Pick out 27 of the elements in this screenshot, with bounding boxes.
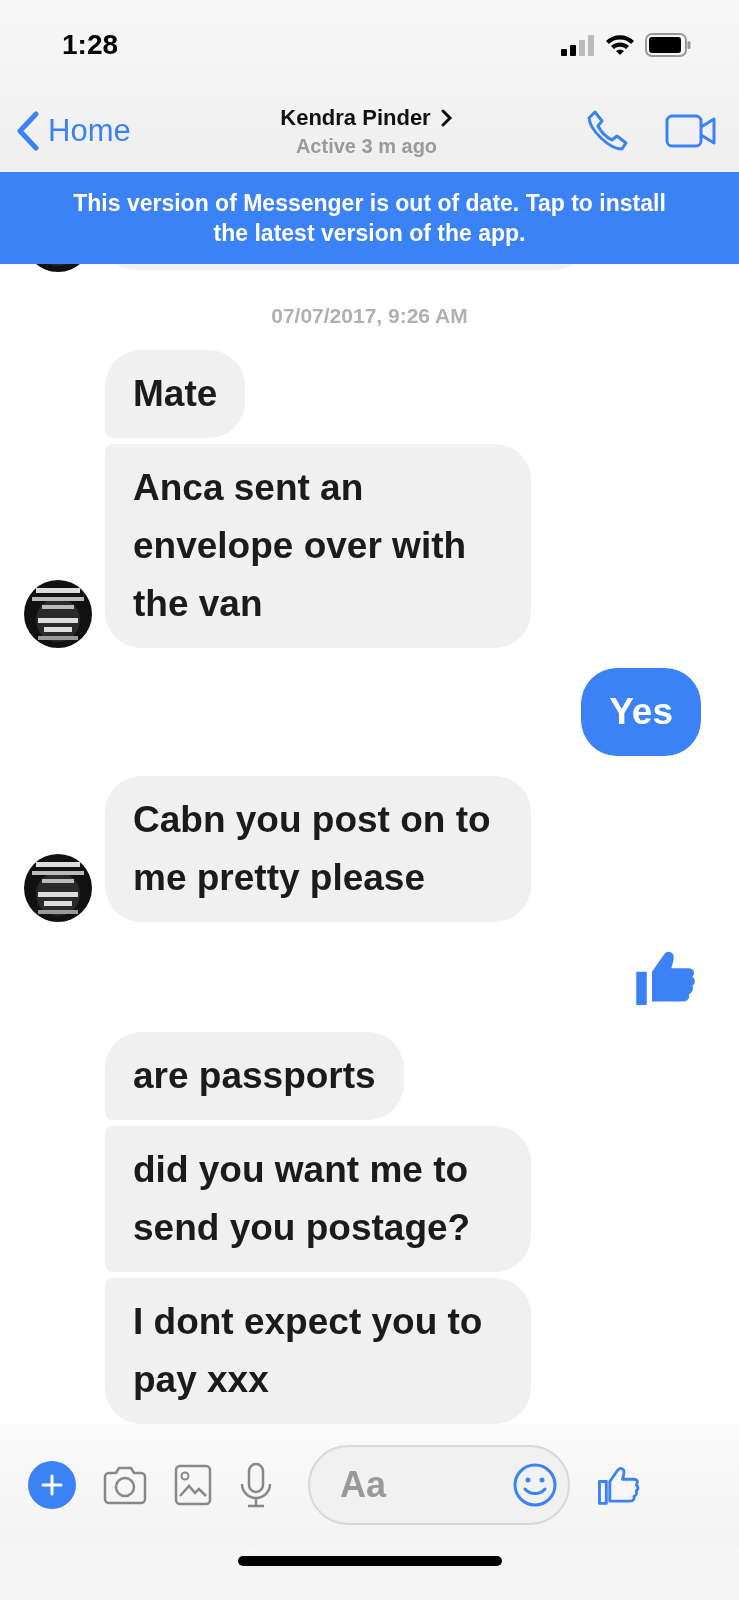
status-time: 1:28 [62, 29, 119, 61]
message-input[interactable]: Aa [338, 1463, 512, 1507]
signal-icon [561, 34, 595, 56]
message-bubble: are passports [105, 1032, 404, 1120]
battery-icon [645, 33, 691, 57]
chevron-right-icon [440, 108, 453, 127]
emoji-icon[interactable] [512, 1462, 558, 1508]
message-bubble: Mate [105, 350, 246, 438]
wifi-icon [605, 34, 635, 56]
update-banner[interactable]: This version of Messenger is out of date. Tap to install the latest version of the app. [0, 172, 739, 264]
message-field[interactable]: Aa [308, 1445, 570, 1525]
add-button[interactable] [28, 1461, 76, 1509]
video-call-button[interactable] [665, 114, 717, 148]
camera-icon[interactable] [102, 1465, 148, 1505]
message-timestamp: 07/07/2017, 9:26 AM [270, 303, 469, 329]
message-bubble: Cabn you post on to me pretty please [105, 776, 531, 922]
plus-icon [40, 1473, 64, 1497]
message-bubble: I dont expect you to pay xxx [105, 1278, 531, 1424]
message-bubble: did you want me to send you postage? [105, 1126, 531, 1272]
contact-name[interactable]: Kendra Pinder [280, 104, 453, 131]
message-bubble: Anca sent an envelope over with the van [105, 444, 531, 648]
image-icon[interactable] [174, 1464, 212, 1506]
back-button[interactable]: Home [16, 111, 216, 151]
active-status: Active 3 m ago [295, 134, 438, 158]
message-bubble: Yes [581, 668, 701, 756]
chevron-left-icon [16, 111, 40, 151]
microphone-icon[interactable] [238, 1462, 274, 1508]
